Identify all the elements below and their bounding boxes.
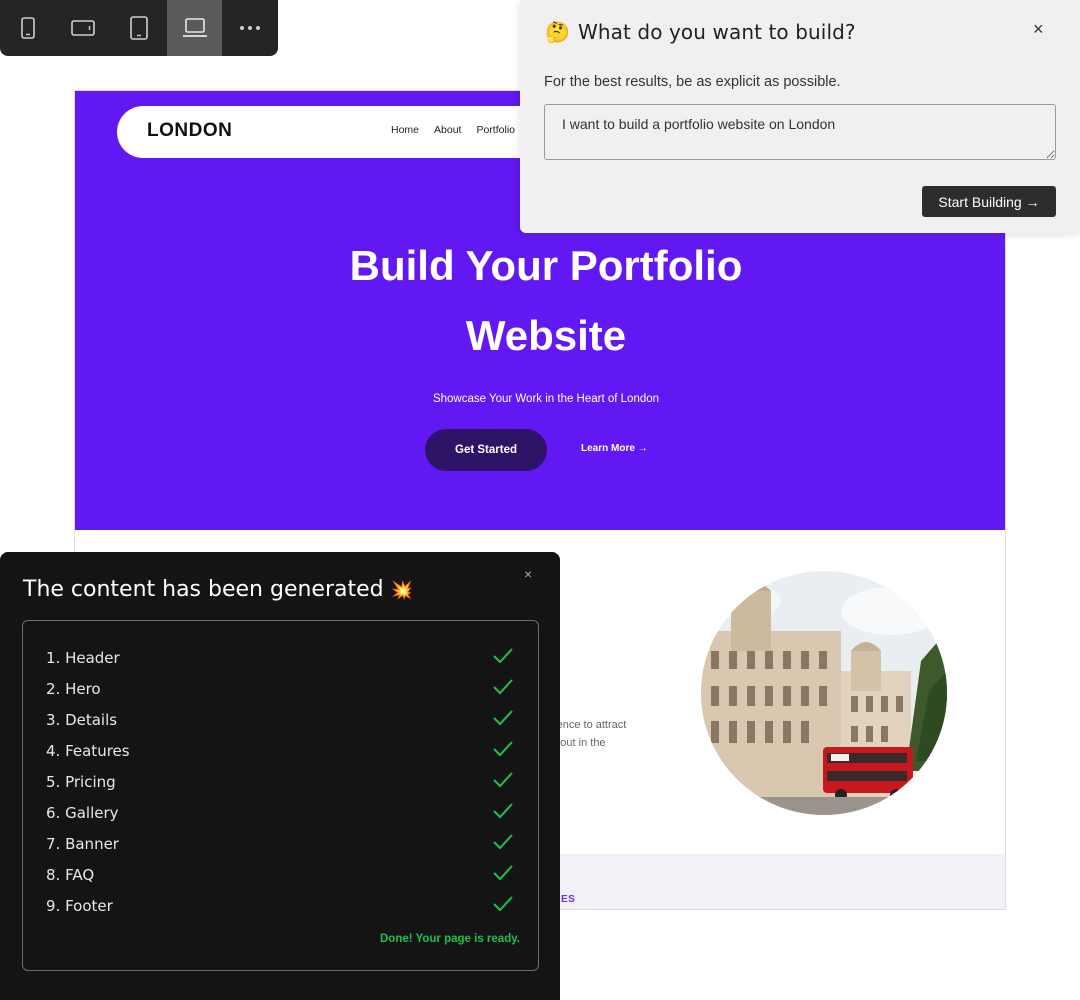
band-label: ES: [561, 894, 576, 905]
section-label: 6. Gallery: [46, 804, 119, 822]
checkmark-icon: [493, 741, 513, 757]
section-label: 4. Features: [46, 742, 130, 760]
desktop-button[interactable]: [166, 0, 223, 56]
hero-title-line1: Build Your Portfolio: [349, 242, 743, 289]
build-description-input[interactable]: I want to build a portfolio website on L…: [544, 104, 1056, 160]
tablet-icon: [130, 16, 148, 40]
section-label: 1. Header: [46, 649, 120, 667]
get-started-button[interactable]: Get Started: [425, 429, 547, 471]
section-label: 5. Pricing: [46, 773, 116, 791]
section-list-item: 7. Banner: [23, 829, 538, 860]
section-list-item: 8. FAQ: [23, 860, 538, 891]
done-message: Done! Your page is ready.: [380, 933, 520, 945]
hero-title-line2: Website: [465, 312, 627, 359]
hero-title: Build Your Portfolio Website: [75, 231, 1005, 371]
site-nav-links: Home About Portfolio: [391, 124, 530, 136]
section-list-item: 2. Hero: [23, 674, 538, 705]
close-icon[interactable]: ×: [524, 566, 532, 582]
phone-icon: [20, 17, 35, 39]
about-text-line1: esence to attract: [545, 719, 627, 731]
london-photo: [701, 571, 947, 815]
nav-link-home[interactable]: Home: [391, 124, 419, 136]
checkmark-icon: [493, 803, 513, 819]
checkmark-icon: [493, 865, 513, 881]
section-label: 3. Details: [46, 711, 118, 729]
nav-link-portfolio[interactable]: Portfolio: [476, 124, 515, 136]
build-prompt-dialog: 🤔 What do you want to build? × For the b…: [520, 0, 1080, 233]
close-icon[interactable]: ×: [1033, 19, 1044, 40]
dialog-subtitle: For the best results, be as explicit as …: [544, 74, 841, 90]
checkmark-icon: [493, 648, 513, 664]
checkmark-icon: [493, 772, 513, 788]
generation-status-panel: The content has been generated 💥 × 1. He…: [0, 552, 560, 1000]
start-building-button[interactable]: Start Building →: [922, 186, 1056, 217]
phone-landscape-icon: [71, 20, 96, 36]
dialog-title: What do you want to build?: [578, 20, 856, 44]
checkmark-icon: [493, 710, 513, 726]
tablet-button[interactable]: [111, 0, 167, 56]
more-icon: [240, 26, 261, 30]
more-options-button[interactable]: [222, 0, 278, 56]
learn-more-link[interactable]: Learn More →: [581, 443, 648, 454]
section-list-box: 1. Header 2. Hero 3. Details 4. Features 5. …: [22, 620, 539, 971]
checkmark-icon: [493, 834, 513, 850]
about-text-line2: nd out in the: [545, 737, 606, 749]
checkmark-icon: [493, 896, 513, 912]
section-list-item: 6. Gallery: [23, 798, 538, 829]
collision-icon: 💥: [390, 580, 414, 601]
section-list-item: 3. Details: [23, 705, 538, 736]
mobile-landscape-button[interactable]: [56, 0, 112, 56]
section-list-item: 4. Features: [23, 736, 538, 767]
section-label: 7. Banner: [46, 835, 119, 853]
section-label: 2. Hero: [46, 680, 101, 698]
laptop-icon: [182, 18, 207, 37]
site-logo[interactable]: LONDON: [147, 120, 232, 142]
section-list-item: 5. Pricing: [23, 767, 538, 798]
panel-title-text: The content has been generated: [23, 577, 384, 602]
checkmark-icon: [493, 679, 513, 695]
mobile-portrait-button[interactable]: [0, 0, 56, 56]
hero-subtitle: Showcase Your Work in the Heart of Londo…: [432, 393, 660, 405]
device-toolbar: [0, 0, 278, 56]
nav-link-about[interactable]: About: [434, 124, 461, 136]
thinking-face-icon: 🤔: [545, 22, 570, 44]
section-list: 1. Header 2. Hero 3. Details 4. Features 5. …: [23, 643, 538, 922]
section-list-item: 1. Header: [23, 643, 538, 674]
section-list-item: 9. Footer: [23, 891, 538, 922]
section-label: 8. FAQ: [46, 866, 95, 884]
section-label: 9. Footer: [46, 897, 113, 915]
about-text: esence to attract nd out in the: [545, 716, 665, 752]
panel-title: The content has been generated 💥: [23, 577, 413, 602]
